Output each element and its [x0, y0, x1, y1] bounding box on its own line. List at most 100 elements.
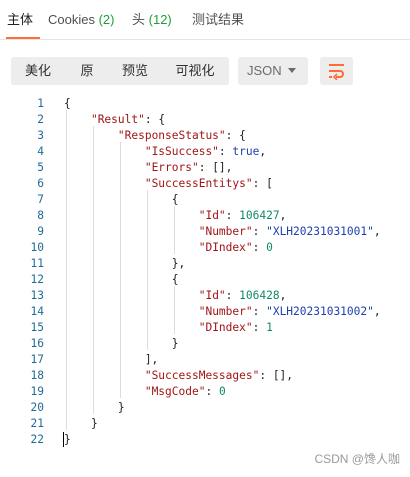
format-select-value: JSON: [247, 63, 282, 78]
code-token: "SuccessMessages": [144, 369, 260, 382]
code-token: ,: [279, 209, 287, 222]
line-number: 14: [30, 305, 44, 318]
code-text: "Errors": [],: [64, 160, 233, 176]
code-token: "Number": [198, 225, 253, 238]
line-number: 18: [30, 369, 44, 382]
line-number: 19: [30, 385, 44, 398]
code-token: {: [64, 97, 71, 110]
code-token: : [],: [198, 161, 233, 174]
tab-headers-count: (12): [148, 12, 172, 27]
tab-headers[interactable]: 头 (12): [132, 0, 172, 40]
code-token: }: [64, 417, 98, 430]
code-token: }: [64, 433, 71, 446]
code-token: "DIndex": [198, 241, 253, 254]
line-number: 12: [30, 273, 44, 286]
code-token: 0: [266, 241, 273, 254]
wrap-lines-icon: [329, 64, 344, 80]
code-token: :: [252, 241, 267, 254]
view-visualize-button[interactable]: 可视化: [161, 57, 229, 85]
code-text: "SuccessMessages": [],: [64, 368, 293, 384]
line-number: 22: [30, 433, 44, 446]
code-text: "Id": 106428,: [64, 288, 287, 304]
code-token: :: [225, 289, 240, 302]
text-cursor: [63, 432, 64, 447]
body-toolbar: 美化 原 预览 可视化 JSON: [0, 40, 410, 100]
code-token: :: [252, 225, 267, 238]
line-number: 10: [30, 241, 44, 254]
tab-test-results[interactable]: 测试结果: [192, 0, 244, 40]
tab-body[interactable]: 主体: [7, 0, 33, 40]
code-token: "MsgCode": [144, 385, 206, 398]
code-text: ],: [64, 352, 158, 368]
code-token: ,: [373, 305, 381, 318]
view-preview-button[interactable]: 预览: [109, 57, 161, 85]
code-text: {: [64, 96, 71, 112]
json-code-viewer[interactable]: 1{2 "Result": {3 "ResponseStatus": {4 "I…: [0, 94, 410, 454]
line-number: 6: [37, 177, 44, 190]
wrap-lines-button[interactable]: [320, 57, 353, 85]
line-number: 3: [37, 129, 44, 142]
code-text: "DIndex": 1: [64, 320, 273, 336]
code-text: "Result": {: [64, 112, 165, 128]
code-token: : [: [252, 177, 273, 190]
line-number: 13: [30, 289, 44, 302]
code-text: {: [64, 192, 179, 208]
code-token: ,: [279, 289, 287, 302]
code-token: "Id": [198, 209, 226, 222]
code-token: ],: [64, 353, 159, 366]
line-number: 17: [30, 353, 44, 366]
line-number: 21: [30, 417, 44, 430]
view-mode-group: 美化 原 预览 可视化: [11, 57, 229, 85]
code-text: }: [64, 336, 179, 352]
tab-cookies[interactable]: Cookies (2): [48, 0, 114, 40]
code-text: }: [64, 416, 98, 432]
code-text: {: [64, 272, 179, 288]
code-token: 0: [218, 385, 226, 398]
code-token: : {: [144, 113, 166, 126]
code-token: :: [252, 305, 267, 318]
response-tabs: 主体 Cookies (2) 头 (12) 测试结果: [0, 0, 410, 40]
code-token: 106428: [239, 289, 280, 302]
watermark: CSDN @馋人咖: [314, 452, 400, 466]
code-text: "Number": "XLH20231031001",: [64, 224, 381, 240]
code-token: "Id": [198, 289, 226, 302]
code-token: : {: [225, 129, 246, 142]
code-token: }: [64, 337, 179, 350]
tab-headers-label: 头: [132, 12, 146, 27]
line-number: 16: [30, 337, 44, 350]
chevron-down-icon: [288, 68, 296, 73]
code-token: {: [64, 273, 179, 286]
view-raw-button[interactable]: 原: [65, 57, 109, 85]
line-number: 4: [37, 145, 44, 158]
code-token: "Errors": [144, 161, 199, 174]
code-token: :: [218, 145, 233, 158]
code-token: "IsSuccess": [144, 145, 219, 158]
code-text: "SuccessEntitys": [: [64, 176, 273, 192]
code-text: }: [64, 400, 125, 416]
code-token: ,: [373, 225, 381, 238]
code-token: },: [64, 257, 186, 270]
tab-cookies-label: Cookies: [48, 12, 95, 27]
line-number: 2: [37, 113, 44, 126]
code-token: 106427: [239, 209, 280, 222]
code-text: },: [64, 256, 185, 272]
code-token: "SuccessEntitys": [144, 177, 253, 190]
code-token: :: [252, 321, 267, 334]
format-select[interactable]: JSON: [238, 57, 308, 85]
code-token: "ResponseStatus": [117, 129, 226, 142]
active-tab-indicator: [6, 37, 40, 39]
code-text: "ResponseStatus": {: [64, 128, 246, 144]
code-token: "XLH20231031002": [266, 305, 374, 318]
code-text: "DIndex": 0: [64, 240, 273, 256]
view-pretty-button[interactable]: 美化: [11, 57, 65, 85]
code-token: "Result": [90, 113, 145, 126]
